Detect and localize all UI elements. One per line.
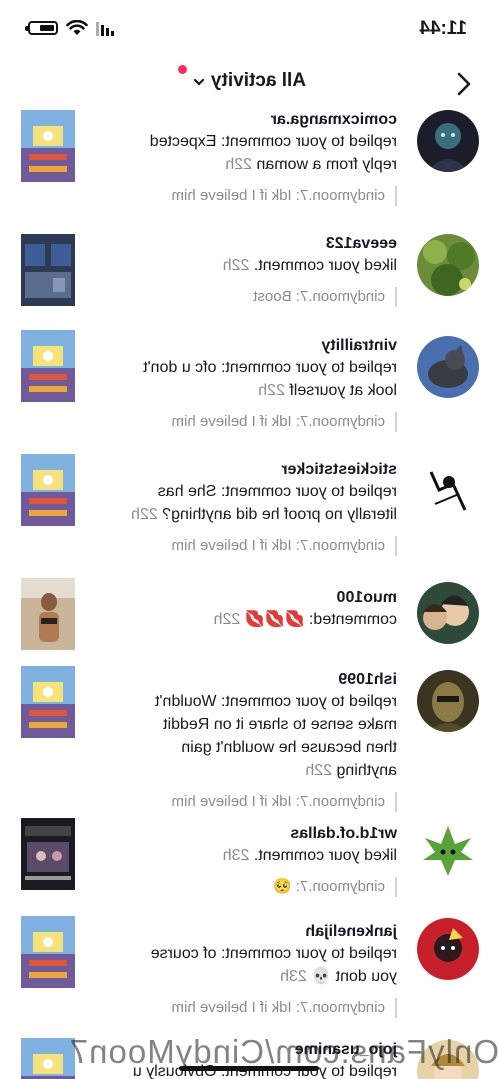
item-time: 22h [225,156,253,173]
item-time: 22h [222,257,250,274]
item-message: liked your comment. [253,257,397,274]
item-text: ish1099 replied to your comment: Wouldn'… [129,670,397,812]
sketch-avatar[interactable] [417,460,479,522]
status-bar: 11:44 [0,0,499,60]
item-message: replied to your comment: of course you d… [150,945,397,985]
item-message: replied to your comment: Wouldn't make s… [155,693,397,779]
item-time: 23h [280,968,307,985]
item-quote: cindymoon.7: Idk if I believe him [129,998,397,1018]
item-username[interactable]: ish1099 [129,670,397,690]
item-message-line: commented: 💋💋💋 22h [129,608,397,631]
item-message-line: replied to your comment: She has literal… [129,480,397,526]
masked-avatar[interactable] [417,670,479,732]
item-message: replied to your comment: She has literal… [157,483,397,523]
item-username[interactable]: wr1d.of.dallas [129,824,397,844]
header: All activity [0,60,499,108]
item-text: jankenelijah replied to your comment: of… [129,922,397,1018]
item-time: 22h [131,506,158,523]
leaf-avatar[interactable] [417,820,479,882]
cat-avatar[interactable] [417,336,479,398]
item-username[interactable]: comicxmanga.ar [129,110,397,130]
game-video-thumbnail[interactable] [21,110,75,182]
news-video-thumbnail[interactable] [21,818,75,890]
red-character-avatar[interactable] [417,918,479,980]
notification-dot [178,65,187,74]
item-message-line: replied to your comment: Expected reply … [129,130,397,176]
item-text: eeeva123 liked your comment. 22h cindymo… [129,234,397,307]
activity-filter[interactable]: All activity [0,70,499,92]
battery-icon [28,21,58,35]
item-quote: cindymoon.7: Idk if I believe him [129,412,397,432]
item-text: muo100 commented: 💋💋💋 22h [129,588,397,631]
chevron-down-icon [193,78,205,86]
item-username[interactable]: jankenelijah [129,922,397,942]
signal-icon [96,20,114,36]
item-message-line: liked your comment. 23h [129,844,397,867]
item-quote: cindymoon.7: Idk if I believe him [129,536,397,556]
item-message-line: replied to your comment: of course you d… [129,942,397,988]
item-text: wr1d.of.dallas liked your comment. 23h c… [129,824,397,897]
item-message-line: replied to your comment: Wouldn't make s… [129,690,397,782]
game-video-thumbnail[interactable] [21,454,75,526]
item-text: comicxmanga.ar replied to your comment: … [129,110,397,206]
game-video-thumbnail[interactable] [21,916,75,988]
garden-avatar[interactable] [417,234,479,296]
item-quote: cindymoon.7: 🥺 [129,877,397,897]
status-icons [28,20,114,36]
status-time: 11:44 [419,18,467,39]
item-quote: cindymoon.7: Idk if I believe him [129,186,397,206]
item-username[interactable]: stickieststicker [129,460,397,480]
anime-avatar[interactable] [417,582,479,644]
person-video-thumbnail[interactable] [21,578,75,650]
home-indicator [179,1066,319,1071]
item-message: liked your comment. [253,847,397,864]
wifi-icon [66,20,88,35]
item-username[interactable]: muo100 [129,588,397,608]
item-message: replied to your comment: Expected reply … [149,133,397,173]
game-video-thumbnail[interactable] [21,330,75,402]
item-username[interactable]: vintraillity [129,336,397,356]
room-video-thumbnail[interactable] [21,234,75,306]
item-username[interactable]: eeeva123 [129,234,397,254]
item-quote: cindymoon.7: Idk if I believe him [129,792,397,812]
item-quote: cindymoon.7: Boost [129,287,397,307]
item-message-line: replied to your comment: ofc u don't loo… [129,356,397,402]
item-text: stickieststicker replied to your comment… [129,460,397,556]
mirrored-screen: 11:44 All activity comicxmanga.ar replie… [0,0,499,1079]
item-message: commented: 💋💋💋 [244,611,397,628]
item-text: vintraillity replied to your comment: of… [129,336,397,432]
item-time: 22h [305,762,333,779]
item-time: 22h [258,382,285,399]
dark-character-avatar[interactable] [417,110,479,172]
page-title: All activity [210,70,307,91]
item-time: 23h [222,847,250,864]
game-video-thumbnail[interactable] [21,666,75,738]
item-message-line: liked your comment. 22h [129,254,397,277]
item-time: 22h [213,611,241,628]
